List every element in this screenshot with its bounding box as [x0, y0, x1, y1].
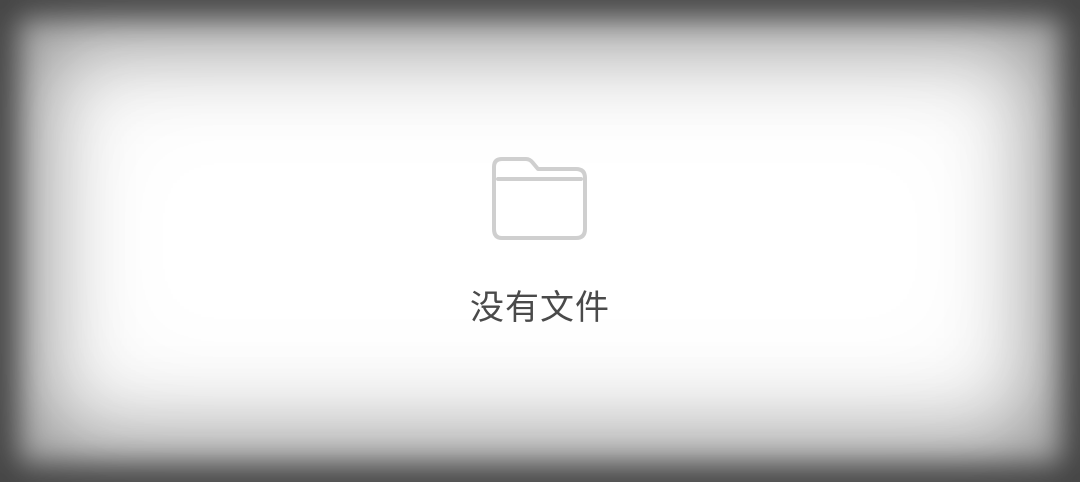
file-list-panel: 没有文件 [0, 0, 1080, 482]
screen: 没有文件 [0, 0, 1080, 482]
folder-icon [492, 157, 587, 240]
empty-state-message: 没有文件 [470, 288, 610, 328]
empty-state: 没有文件 [0, 0, 1080, 482]
